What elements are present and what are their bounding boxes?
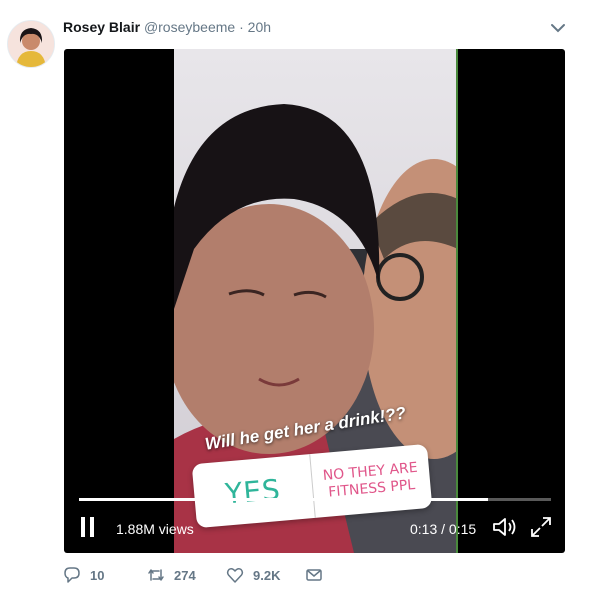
progress-bar[interactable] <box>79 498 551 501</box>
view-count: 1.88M views <box>116 521 194 537</box>
poll-option-no: NO THEY ARE FITNESS PPL <box>308 443 433 518</box>
author-handle[interactable]: @roseybeeme <box>144 19 235 35</box>
volume-icon[interactable] <box>492 515 518 539</box>
reply-icon <box>64 567 80 583</box>
retweet-button[interactable]: 274 <box>147 566 196 584</box>
like-count: 9.2K <box>253 567 281 583</box>
retweet-icon <box>148 569 164 581</box>
reply-count: 10 <box>90 567 105 583</box>
fullscreen-icon[interactable] <box>530 516 552 538</box>
video-controls: 1.88M views 0:13 / 0:15 <box>64 511 565 547</box>
author-name[interactable]: Rosey Blair <box>63 19 140 35</box>
video-player[interactable]: Will he get her a drink!?? YES NO THEY A… <box>64 49 565 553</box>
direct-message-icon <box>306 569 322 581</box>
tweet-timestamp[interactable]: 20h <box>248 19 271 35</box>
pause-icon[interactable] <box>78 515 98 539</box>
timecode: 0:13 / 0:15 <box>410 521 477 537</box>
retweet-count: 274 <box>174 567 196 583</box>
like-icon <box>226 568 244 583</box>
reply-button[interactable]: 10 <box>63 566 104 584</box>
tweet: Rosey Blair @roseybeeme · 20h Will he ge… <box>0 0 589 597</box>
progress-fill <box>79 498 488 501</box>
chevron-down-icon[interactable] <box>548 18 568 38</box>
direct-message-button[interactable] <box>305 566 323 584</box>
tweet-actions: 10 274 9.2K <box>63 566 363 588</box>
frame-edge-line <box>456 49 458 553</box>
avatar[interactable] <box>7 20 55 68</box>
like-button[interactable]: 9.2K <box>226 566 280 584</box>
tweet-header: Rosey Blair @roseybeeme · 20h <box>63 19 271 35</box>
separator-dot: · <box>239 19 244 35</box>
